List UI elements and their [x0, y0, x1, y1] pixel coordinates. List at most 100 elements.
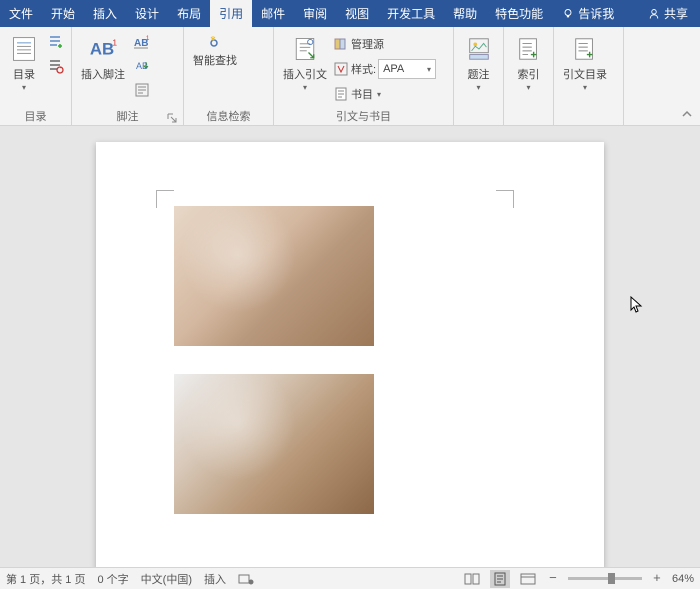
bibliography-label: 书目 [351, 86, 373, 102]
share-button[interactable]: 共享 [636, 0, 700, 27]
language-indicator[interactable]: 中文(中国) [141, 571, 192, 587]
insert-footnote-button[interactable]: AB1 插入脚注 [77, 31, 129, 83]
zoom-thumb[interactable] [608, 573, 615, 584]
group-caption: 题注 ▾ . [454, 27, 504, 125]
style-icon [333, 61, 349, 77]
tab-design[interactable]: 设计 [126, 0, 168, 27]
group-research-label: 信息检索 [207, 108, 251, 124]
group-index: 索引 ▾ . [504, 27, 554, 125]
chevron-down-icon: ▾ [476, 83, 480, 92]
read-mode-button[interactable] [462, 570, 482, 588]
smart-lookup-icon [206, 35, 224, 53]
chevron-down-icon: ▾ [22, 83, 26, 92]
group-citations-label: 引文与书目 [336, 108, 391, 124]
zoom-level[interactable]: 64% [672, 573, 694, 585]
tab-layout[interactable]: 布局 [168, 0, 210, 27]
update-toc-button[interactable] [45, 55, 67, 77]
insert-citation-icon [289, 33, 321, 65]
caption-button[interactable]: 题注 ▾ [459, 31, 498, 94]
collapse-ribbon-button[interactable] [680, 107, 694, 121]
tab-home[interactable]: 开始 [42, 0, 84, 27]
chevron-down-icon: ▾ [377, 90, 381, 99]
footnote-launcher[interactable] [165, 111, 179, 125]
toc-label: 目录 [13, 69, 35, 81]
chevron-down-icon: ▾ [303, 83, 307, 92]
margin-corner-tr [496, 190, 514, 208]
caption-icon [463, 33, 495, 65]
margin-corner-tl [156, 190, 174, 208]
toc-button[interactable]: 目录 ▾ [5, 31, 43, 94]
document-area[interactable] [0, 126, 700, 567]
image-1[interactable] [174, 206, 374, 346]
insert-mode[interactable]: 插入 [204, 571, 226, 587]
svg-text:AB: AB [90, 40, 114, 59]
show-notes-button[interactable] [131, 79, 153, 101]
print-layout-button[interactable] [490, 570, 510, 588]
tell-me-label: 告诉我 [578, 5, 614, 22]
footnote-icon: AB1 [87, 33, 119, 65]
next-footnote-button[interactable]: AB [131, 55, 153, 77]
menu-tabs: 文件 开始 插入 设计 布局 引用 邮件 审阅 视图 开发工具 帮助 特色功能 … [0, 0, 700, 27]
index-button[interactable]: 索引 ▾ [509, 31, 548, 94]
toa-label: 引文目录 [563, 69, 607, 81]
ribbon: 目录 ▾ 目录 AB1 插入脚注 AB1 AB 脚注 [0, 27, 700, 126]
smart-lookup-button[interactable]: 智能查找 [189, 31, 241, 69]
word-count[interactable]: 0 个字 [97, 571, 128, 587]
zoom-out-button[interactable]: − [546, 572, 560, 586]
lightbulb-icon [562, 8, 574, 20]
svg-text:1: 1 [112, 37, 117, 47]
share-label: 共享 [664, 5, 688, 22]
group-footnote-label: 脚注 [117, 108, 139, 124]
insert-footnote-label: 插入脚注 [81, 69, 125, 81]
tab-view[interactable]: 视图 [336, 0, 378, 27]
zoom-in-button[interactable]: + [650, 572, 664, 586]
group-toc: 目录 ▾ 目录 [0, 27, 72, 125]
group-toc-label: 目录 [25, 108, 47, 124]
macro-record-button[interactable] [238, 572, 254, 586]
chevron-down-icon: ▾ [526, 83, 530, 92]
add-text-button[interactable] [45, 31, 67, 53]
tab-file[interactable]: 文件 [0, 0, 42, 27]
chevron-down-icon: ▾ [583, 83, 587, 92]
bibliography-icon [333, 86, 349, 102]
toa-button[interactable]: 引文目录 ▾ [559, 31, 611, 94]
smart-lookup-label: 智能查找 [193, 55, 237, 67]
insert-endnote-button[interactable]: AB1 [131, 31, 153, 53]
citation-style-select[interactable]: APA ▾ [378, 59, 436, 79]
svg-text:1: 1 [146, 36, 150, 42]
toc-icon [8, 33, 40, 65]
tab-dev[interactable]: 开发工具 [378, 0, 444, 27]
style-value: APA [383, 63, 404, 75]
tab-special[interactable]: 特色功能 [486, 0, 552, 27]
group-toa: 引文目录 ▾ . [554, 27, 624, 125]
toa-icon [569, 33, 601, 65]
index-icon [513, 33, 545, 65]
zoom-slider[interactable] [568, 577, 642, 580]
tab-insert[interactable]: 插入 [84, 0, 126, 27]
group-footnote: AB1 插入脚注 AB1 AB 脚注 [72, 27, 184, 125]
image-2[interactable] [174, 374, 374, 514]
person-icon [648, 8, 660, 20]
chevron-down-icon: ▾ [427, 65, 431, 74]
citation-style-row: 样式: APA ▾ [333, 58, 436, 80]
manage-sources-button[interactable]: 管理源 [333, 33, 436, 55]
bibliography-button[interactable]: 书目 ▾ [333, 83, 436, 105]
insert-citation-button[interactable]: 插入引文 ▾ [279, 31, 331, 94]
web-layout-button[interactable] [518, 570, 538, 588]
status-bar: 第 1 页，共 1 页 0 个字 中文(中国) 插入 − + 64% [0, 567, 700, 589]
group-research: 智能查找 信息检索 [184, 27, 274, 125]
cursor-icon [630, 296, 644, 314]
page-indicator[interactable]: 第 1 页，共 1 页 [6, 571, 85, 587]
tab-mail[interactable]: 邮件 [252, 0, 294, 27]
tab-references[interactable]: 引用 [210, 0, 252, 27]
tab-review[interactable]: 审阅 [294, 0, 336, 27]
page[interactable] [96, 142, 604, 567]
group-citations: 插入引文 ▾ 管理源 样式: APA ▾ 书目 [274, 27, 454, 125]
tab-help[interactable]: 帮助 [444, 0, 486, 27]
insert-citation-label: 插入引文 [283, 69, 327, 81]
style-label: 样式: [351, 61, 376, 77]
caption-label: 题注 [468, 69, 490, 81]
tell-me-search[interactable]: 告诉我 [552, 0, 624, 27]
manage-sources-label: 管理源 [351, 36, 384, 52]
manage-sources-icon [333, 36, 349, 52]
